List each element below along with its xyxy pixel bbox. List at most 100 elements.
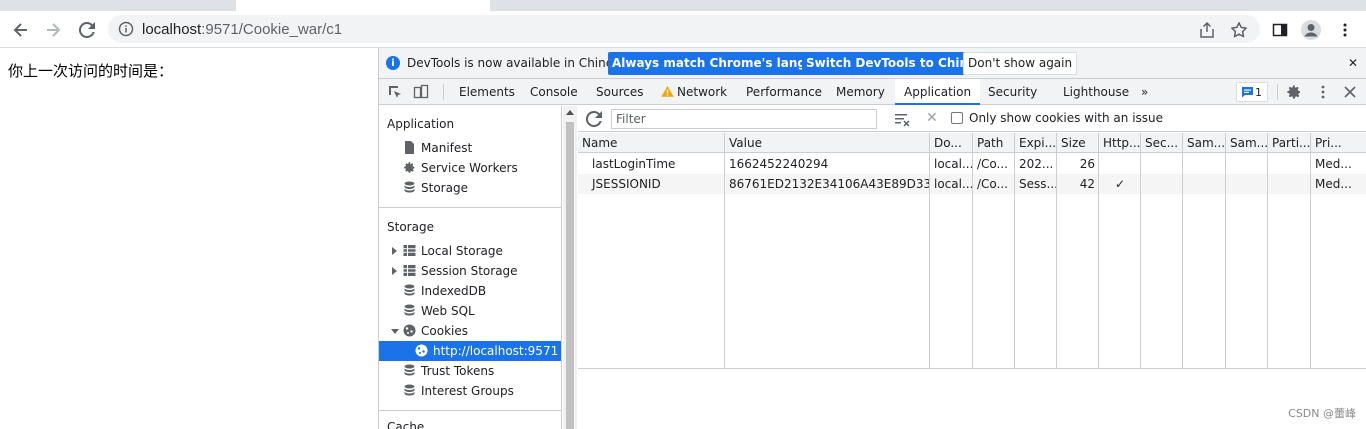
- sidebar-item-storage[interactable]: Storage: [379, 178, 561, 198]
- share-icon[interactable]: [1198, 21, 1216, 39]
- devtools-close-icon[interactable]: [1342, 84, 1358, 100]
- tab-sources[interactable]: Sources: [596, 79, 643, 105]
- inspect-element-icon[interactable]: [387, 84, 403, 100]
- document-icon: [405, 141, 414, 154]
- forward-button[interactable]: [40, 17, 66, 43]
- sidebar-item-session-storage[interactable]: Session Storage: [379, 261, 561, 281]
- column-header-domain[interactable]: Do...: [930, 133, 972, 153]
- toolbar-divider: [443, 84, 444, 100]
- column-header-samesite[interactable]: Sam...: [1183, 133, 1225, 153]
- devtools-menu-icon[interactable]: [1315, 84, 1331, 100]
- refresh-icon[interactable]: [586, 111, 602, 127]
- person-icon: [1304, 24, 1318, 37]
- column-header-name[interactable]: Name: [578, 133, 724, 153]
- column-divider[interactable]: [724, 133, 725, 369]
- expand-triangle-icon[interactable]: [392, 247, 397, 255]
- cookies-table: Name Value Do... Path Expi... Size Http.…: [578, 133, 1366, 369]
- sidebar-item-label: http://localhost:9571: [433, 344, 559, 358]
- last-visit-text: 你上一次访问的时间是：: [8, 62, 174, 80]
- browser-tab-1[interactable]: [0, 0, 238, 11]
- column-divider[interactable]: [1267, 133, 1268, 369]
- sidebar-item-service-workers[interactable]: Service Workers: [379, 158, 561, 178]
- issues-button[interactable]: 1: [1236, 82, 1268, 102]
- tab-elements[interactable]: Elements: [459, 79, 515, 105]
- back-arrow-icon: [13, 23, 27, 37]
- infobar-close-icon[interactable]: ✕: [1348, 56, 1358, 70]
- column-header-value[interactable]: Value: [725, 133, 929, 153]
- cell-name: JSESSIONID: [592, 177, 661, 191]
- cookies-panel: ✕ Only show cookies with an issue Name V…: [578, 106, 1366, 429]
- sidebar-item-cookies[interactable]: Cookies: [379, 321, 561, 341]
- reload-button[interactable]: [74, 17, 100, 43]
- cell-path: /Co...: [977, 177, 1008, 191]
- bookmark-star-icon[interactable]: [1230, 21, 1248, 39]
- side-panel-button[interactable]: [1270, 20, 1290, 40]
- tab-memory[interactable]: Memory: [836, 79, 885, 105]
- column-header-sameparty[interactable]: Sam...: [1226, 133, 1268, 153]
- clear-all-cookies-icon[interactable]: [894, 111, 910, 127]
- column-header-secure[interactable]: Sec...: [1141, 133, 1183, 153]
- column-divider[interactable]: [1098, 133, 1099, 369]
- issue-only-checkbox[interactable]: [951, 112, 963, 124]
- collapse-triangle-icon[interactable]: [391, 329, 399, 334]
- expand-triangle-icon[interactable]: [392, 267, 397, 275]
- more-tabs-chevron-icon[interactable]: »: [1141, 79, 1148, 105]
- tab-network[interactable]: Network: [677, 79, 727, 105]
- sidebar-item-cookie-origin[interactable]: http://localhost:9571: [379, 341, 561, 361]
- back-button[interactable]: [8, 17, 34, 43]
- browser-menu-button[interactable]: [1335, 20, 1355, 40]
- cell-name: lastLoginTime: [592, 157, 676, 171]
- column-divider[interactable]: [1014, 133, 1015, 369]
- column-divider[interactable]: [972, 133, 973, 369]
- column-header-partition[interactable]: Parti...: [1268, 133, 1310, 153]
- tab-performance[interactable]: Performance: [746, 79, 822, 105]
- tab-security[interactable]: Security: [988, 79, 1037, 105]
- sidebar-item-local-storage[interactable]: Local Storage: [379, 241, 561, 261]
- page-viewport: 你上一次访问的时间是：: [0, 48, 378, 429]
- toolbar-divider: [1277, 84, 1278, 100]
- devtools-infobar: i DevTools is now available in Chinese! …: [379, 48, 1366, 79]
- url-text[interactable]: localhost:9571/Cookie_war/c1: [142, 21, 342, 38]
- scroll-up-arrow-icon[interactable]: [566, 110, 574, 115]
- column-divider[interactable]: [1225, 133, 1226, 369]
- device-toolbar-icon[interactable]: [413, 84, 429, 100]
- sidebar-item-manifest[interactable]: Manifest: [379, 138, 561, 158]
- tab-lighthouse[interactable]: Lighthouse: [1063, 79, 1129, 105]
- tab-application[interactable]: Application: [895, 79, 981, 105]
- filter-input[interactable]: [611, 109, 877, 129]
- site-info-icon[interactable]: [118, 21, 134, 37]
- sidebar-item-indexeddb[interactable]: IndexedDB: [379, 281, 561, 301]
- scrollbar-thumb[interactable]: [566, 122, 574, 429]
- profile-avatar[interactable]: [1301, 20, 1321, 40]
- column-header-httponly[interactable]: Http...: [1099, 133, 1141, 153]
- cell-httponly: ✓: [1114, 177, 1126, 191]
- column-header-priority[interactable]: Pri...: [1311, 133, 1366, 153]
- cell-size: 26: [1079, 157, 1095, 171]
- sidebar-scrollbar[interactable]: [563, 106, 577, 429]
- settings-gear-icon[interactable]: [1286, 84, 1302, 100]
- sidebar-item-interest-groups[interactable]: Interest Groups: [379, 381, 561, 401]
- reload-icon: [79, 22, 95, 38]
- column-header-size[interactable]: Size: [1057, 133, 1099, 153]
- address-bar[interactable]: localhost:9571/Cookie_war/c1: [108, 15, 1260, 43]
- database-icon: [404, 364, 415, 376]
- column-header-path[interactable]: Path: [973, 133, 1015, 153]
- sidebar-item-trust-tokens[interactable]: Trust Tokens: [379, 361, 561, 381]
- column-divider[interactable]: [1310, 133, 1311, 369]
- column-divider[interactable]: [1182, 133, 1183, 369]
- cell-domain: local...: [934, 157, 972, 171]
- url-host: localhost: [142, 21, 202, 38]
- side-panel-icon: [1272, 23, 1288, 37]
- sidebar-item-web-sql[interactable]: Web SQL: [379, 301, 561, 321]
- sidebar-item-label: Session Storage: [421, 264, 518, 278]
- browser-tab-2-active[interactable]: [236, 0, 490, 11]
- column-divider[interactable]: [929, 133, 930, 369]
- dont-show-again-button[interactable]: Don't show again: [963, 52, 1078, 75]
- sidebar-heading-storage: Storage: [387, 220, 434, 234]
- tab-console[interactable]: Console: [530, 79, 578, 105]
- column-divider[interactable]: [1140, 133, 1141, 369]
- column-header-expires[interactable]: Expi...: [1015, 133, 1057, 153]
- column-divider[interactable]: [1056, 133, 1057, 369]
- devtools-tabbar: Elements Console Sources Network Perform…: [379, 79, 1366, 105]
- delete-selected-icon[interactable]: ✕: [926, 110, 938, 126]
